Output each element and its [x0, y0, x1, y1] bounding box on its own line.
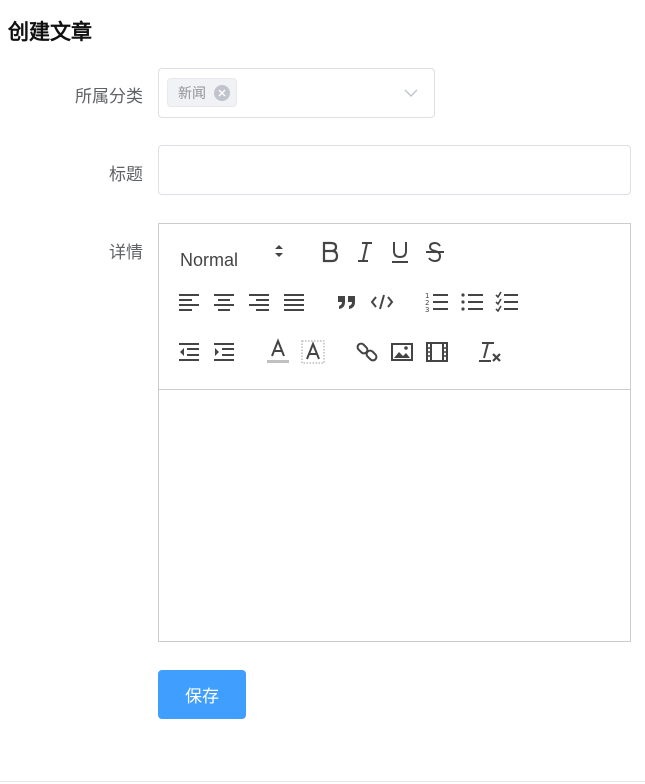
tag-close-icon[interactable] [214, 84, 230, 101]
align-right-icon[interactable] [246, 290, 272, 314]
check-list-icon[interactable] [494, 290, 520, 314]
font-color-icon[interactable] [265, 338, 291, 364]
category-tag-label: 新闻 [178, 85, 206, 102]
title-input[interactable] [158, 145, 631, 195]
indent-icon[interactable] [211, 340, 237, 364]
category-tag: 新闻 [167, 78, 237, 107]
ordered-list-icon[interactable]: 123 [424, 290, 450, 314]
header-picker[interactable]: Normal [180, 250, 238, 271]
strikethrough-icon[interactable] [422, 240, 448, 264]
italic-icon[interactable] [352, 240, 378, 264]
blockquote-icon[interactable] [334, 290, 360, 314]
picker-arrows-icon[interactable] [272, 242, 286, 264]
detail-label: 详情 [109, 243, 143, 263]
svg-text:3: 3 [425, 306, 429, 313]
editor-content-area[interactable] [158, 389, 631, 642]
clean-format-icon[interactable] [478, 340, 504, 364]
bullet-list-icon[interactable] [459, 290, 485, 314]
save-button[interactable]: 保存 [158, 670, 246, 719]
underline-icon[interactable] [387, 240, 413, 264]
link-icon[interactable] [354, 340, 380, 364]
page-title: 创建文章 [8, 20, 92, 44]
category-label: 所属分类 [75, 87, 143, 107]
video-icon[interactable] [424, 340, 450, 364]
image-icon[interactable] [389, 340, 415, 364]
category-select[interactable]: 新闻 [158, 68, 435, 118]
align-left-icon[interactable] [176, 290, 202, 314]
align-justify-icon[interactable] [281, 290, 307, 314]
divider [0, 781, 645, 782]
bold-icon[interactable] [317, 240, 343, 264]
background-color-icon[interactable] [300, 340, 326, 364]
align-center-icon[interactable] [211, 290, 237, 314]
outdent-icon[interactable] [176, 340, 202, 364]
chevron-down-icon[interactable] [404, 85, 418, 104]
title-label: 标题 [109, 165, 143, 185]
code-block-icon[interactable] [369, 290, 395, 314]
